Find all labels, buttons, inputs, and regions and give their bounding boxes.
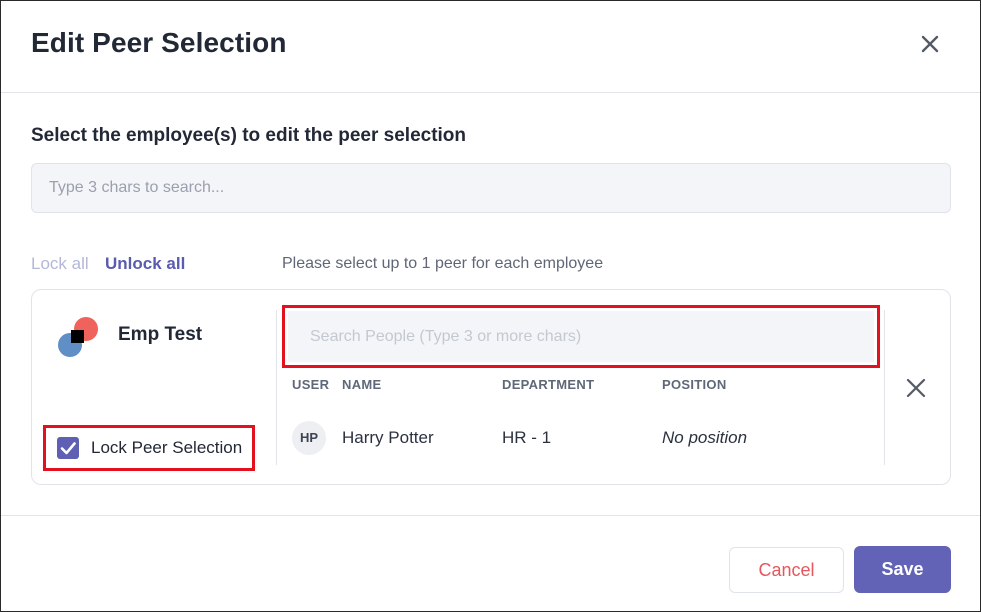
close-icon[interactable] [915,29,945,59]
cancel-button[interactable]: Cancel [729,547,844,593]
peer-name-cell: Harry Potter [342,428,434,447]
lock-peer-selection-label: Lock Peer Selection [91,438,243,457]
edit-peer-selection-dialog: Edit Peer Selection Select the employee(… [0,0,981,612]
dialog-header: Edit Peer Selection [1,1,980,93]
card-divider [276,310,277,465]
employee-name: Emp Test [118,324,203,345]
save-button[interactable]: Save [854,546,951,593]
column-header-user: USER [292,377,330,392]
close-icon[interactable] [904,376,928,400]
unlock-all-link[interactable]: Unlock all [105,254,185,274]
column-header-department: DEPARTMENT [502,377,595,392]
check-icon [60,442,76,455]
peer-department-cell: HR - 1 [502,428,552,447]
lock-all-link[interactable]: Lock all [31,254,89,274]
dialog-title: Edit Peer Selection [31,27,287,58]
lock-peer-selection-checkbox[interactable] [57,437,79,459]
people-search-input[interactable] [288,311,874,362]
peer-limit-hint: Please select up to 1 peer for each empl… [282,255,604,272]
peer-position-cell: No position [662,428,748,447]
avatar-icon [58,317,98,357]
user-avatar-initials: HP [292,421,326,455]
lock-peer-selection-control[interactable]: Lock Peer Selection [43,425,255,471]
employee-select-heading: Select the employee(s) to edit the peer … [31,125,467,146]
card-divider-right [884,310,885,465]
people-search-highlight [282,305,880,368]
employee-card: Emp Test Lock Peer Selection USER NAME D… [31,289,951,485]
footer-divider [1,515,980,516]
employee-search-input[interactable] [31,163,951,213]
column-header-position: POSITION [662,377,727,392]
column-header-name: NAME [342,377,382,392]
